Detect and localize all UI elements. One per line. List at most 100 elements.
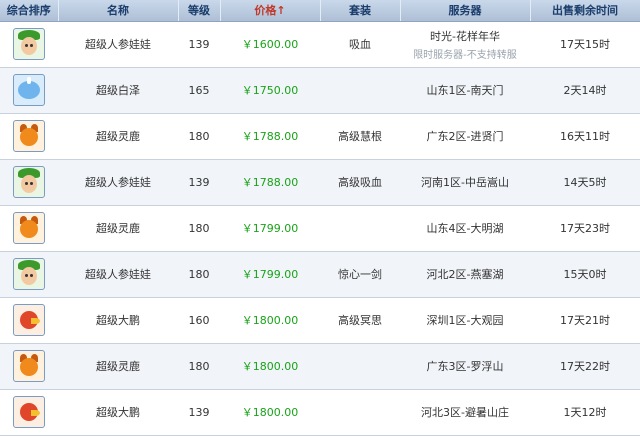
pet-suit: 惊心一剑 xyxy=(320,251,400,298)
spirit-deer-icon[interactable] xyxy=(13,212,45,244)
ginseng-baby-icon[interactable] xyxy=(13,28,45,60)
pet-name[interactable]: 超级白泽 xyxy=(58,67,178,114)
pet-name[interactable]: 超级灵鹿 xyxy=(58,205,178,252)
name-header: 名称 xyxy=(58,0,179,22)
pet-time-left: 17天23时 xyxy=(530,205,640,252)
spirit-deer-icon[interactable] xyxy=(13,120,45,152)
pet-server: 河南1区-中岳嵩山 xyxy=(421,176,509,189)
baize-icon[interactable] xyxy=(13,74,45,106)
pet-suit: 吸血 xyxy=(320,21,400,68)
pet-price: ￥1799.00 xyxy=(220,251,320,298)
spirit-deer-icon[interactable] xyxy=(13,350,45,382)
pet-level: 180 xyxy=(178,343,220,390)
pet-price: ￥1799.00 xyxy=(220,205,320,252)
pet-name[interactable]: 超级灵鹿 xyxy=(58,113,178,160)
pet-server-cell: 河北3区-避暑山庄 xyxy=(400,389,530,436)
pet-level: 165 xyxy=(178,67,220,114)
pet-level: 139 xyxy=(178,389,220,436)
sort-price-header[interactable]: 价格↑ xyxy=(220,0,321,22)
pet-time-left: 14天5时 xyxy=(530,159,640,206)
pet-time-left: 17天21时 xyxy=(530,297,640,344)
pet-level: 139 xyxy=(178,21,220,68)
pet-server-cell: 时光-花样年华限时服务器-不支持转服 xyxy=(400,21,530,68)
ginseng-baby-icon[interactable] xyxy=(13,166,45,198)
pet-server: 山东4区-大明湖 xyxy=(426,222,504,235)
pet-server-cell: 河南1区-中岳嵩山 xyxy=(400,159,530,206)
suit-header: 套装 xyxy=(320,0,401,22)
pet-server: 河北3区-避暑山庄 xyxy=(421,406,509,419)
pet-name[interactable]: 超级灵鹿 xyxy=(58,343,178,390)
pet-server: 河北2区-燕塞湖 xyxy=(426,268,504,281)
pet-level: 180 xyxy=(178,113,220,160)
pet-price: ￥1800.00 xyxy=(220,389,320,436)
pet-avatar-cell[interactable] xyxy=(0,297,58,344)
pet-time-left: 2天14时 xyxy=(530,67,640,114)
pet-server: 时光-花样年华 xyxy=(430,29,500,43)
pet-name[interactable]: 超级人参娃娃 xyxy=(58,251,178,298)
pet-time-left: 17天22时 xyxy=(530,343,640,390)
great-peng-icon[interactable] xyxy=(13,304,45,336)
pet-server-cell: 深圳1区-大观园 xyxy=(400,297,530,344)
pet-server-cell: 山东1区-南天门 xyxy=(400,67,530,114)
listing-table: 综合排序 名称 等级 价格↑ 套装 服务器 出售剩余时间 超级人参娃娃 139 ￥1… xyxy=(0,0,640,436)
pet-avatar-cell[interactable] xyxy=(0,21,58,68)
pet-suit: 高级冥思 xyxy=(320,297,400,344)
pet-avatar-cell[interactable] xyxy=(0,251,58,298)
pet-server: 山东1区-南天门 xyxy=(426,84,504,97)
pet-suit xyxy=(320,389,400,436)
pet-avatar-cell[interactable] xyxy=(0,343,58,390)
ginseng-baby-icon[interactable] xyxy=(13,258,45,290)
pet-price: ￥1600.00 xyxy=(220,21,320,68)
sort-level-header[interactable]: 等级 xyxy=(178,0,221,22)
listing-row[interactable]: 超级人参娃娃 139 ￥1600.00 吸血 时光-花样年华 限时服务器-不支持转服 17天… xyxy=(0,21,640,68)
great-peng-icon[interactable] xyxy=(13,396,45,428)
pet-level: 160 xyxy=(178,297,220,344)
pet-name[interactable]: 超级大鹏 xyxy=(58,297,178,344)
listing-row[interactable]: 超级大鹏 160 ￥1800.00 高级冥思 深圳1区-大观园 17天21时 xyxy=(0,297,640,344)
listing-row[interactable]: 超级大鹏 139 ￥1800.00 河北3区-避暑山庄 1天12时 xyxy=(0,389,640,436)
pet-time-left: 17天15时 xyxy=(530,21,640,68)
pet-avatar-cell[interactable] xyxy=(0,113,58,160)
listing-row[interactable]: 超级灵鹿 180 ￥1788.00 高级慧根 广东2区-进贤门 16天11时 xyxy=(0,113,640,160)
pet-time-left: 15天0时 xyxy=(530,251,640,298)
listing-row[interactable]: 超级灵鹿 180 ￥1799.00 山东4区-大明湖 17天23时 xyxy=(0,205,640,252)
pet-time-left: 16天11时 xyxy=(530,113,640,160)
pet-price: ￥1788.00 xyxy=(220,113,320,160)
server-header: 服务器 xyxy=(400,0,531,22)
pet-server-cell: 山东4区-大明湖 xyxy=(400,205,530,252)
pet-name[interactable]: 超级人参娃娃 xyxy=(58,21,178,68)
pet-name[interactable]: 超级人参娃娃 xyxy=(58,159,178,206)
listing-row[interactable]: 超级人参娃娃 139 ￥1788.00 高级吸血 河南1区-中岳嵩山 14天5时 xyxy=(0,159,640,206)
pet-avatar-cell[interactable] xyxy=(0,205,58,252)
sort-time-header[interactable]: 出售剩余时间 xyxy=(530,0,640,22)
pet-avatar-cell[interactable] xyxy=(0,159,58,206)
pet-price: ￥1788.00 xyxy=(220,159,320,206)
pet-suit: 高级吸血 xyxy=(320,159,400,206)
pet-level: 180 xyxy=(178,205,220,252)
pet-name[interactable]: 超级大鹏 xyxy=(58,389,178,436)
sort-rank-header[interactable]: 综合排序 xyxy=(0,0,59,22)
pet-level: 139 xyxy=(178,159,220,206)
pet-server-cell: 广东2区-进贤门 xyxy=(400,113,530,160)
listing-row[interactable]: 超级人参娃娃 180 ￥1799.00 惊心一剑 河北2区-燕塞湖 15天0时 xyxy=(0,251,640,298)
pet-suit: 高级慧根 xyxy=(320,113,400,160)
pet-time-left: 1天12时 xyxy=(530,389,640,436)
pet-price: ￥1800.00 xyxy=(220,297,320,344)
pet-server: 广东2区-进贤门 xyxy=(426,130,504,143)
pet-avatar-cell[interactable] xyxy=(0,67,58,114)
pet-server: 广东3区-罗浮山 xyxy=(426,360,504,373)
listing-row[interactable]: 超级白泽 165 ￥1750.00 山东1区-南天门 2天14时 xyxy=(0,67,640,114)
pet-level: 180 xyxy=(178,251,220,298)
pet-server-cell: 广东3区-罗浮山 xyxy=(400,343,530,390)
pet-avatar-cell[interactable] xyxy=(0,389,58,436)
server-note: 限时服务器-不支持转服 xyxy=(413,49,517,61)
pet-server-cell: 河北2区-燕塞湖 xyxy=(400,251,530,298)
pet-suit xyxy=(320,205,400,252)
pet-price: ￥1750.00 xyxy=(220,67,320,114)
pet-server: 深圳1区-大观园 xyxy=(426,314,504,327)
listing-row[interactable]: 超级灵鹿 180 ￥1800.00 广东3区-罗浮山 17天22时 xyxy=(0,343,640,390)
pet-suit xyxy=(320,67,400,114)
header-row: 综合排序 名称 等级 价格↑ 套装 服务器 出售剩余时间 xyxy=(0,0,640,22)
pet-price: ￥1800.00 xyxy=(220,343,320,390)
pet-suit xyxy=(320,343,400,390)
